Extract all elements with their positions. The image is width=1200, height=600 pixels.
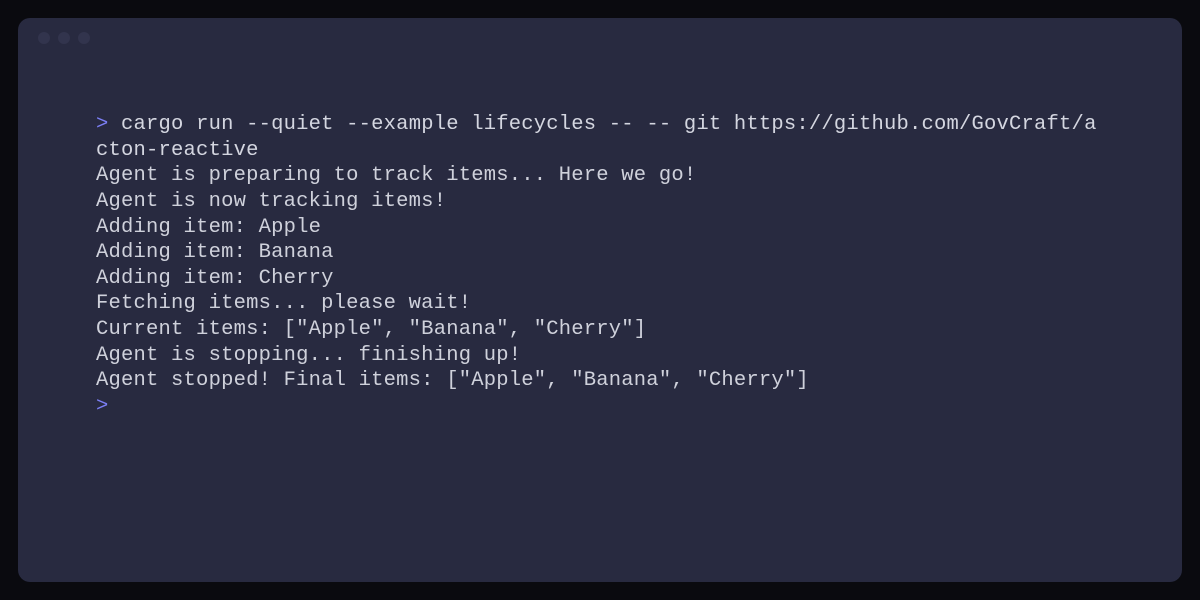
output-line: Fetching items... please wait! bbox=[96, 291, 1104, 317]
output-line: Agent is preparing to track items... Her… bbox=[96, 163, 1104, 189]
prompt-symbol: > bbox=[96, 395, 109, 418]
final-prompt-line: > bbox=[96, 394, 1104, 420]
terminal-window: > cargo run --quiet --example lifecycles… bbox=[18, 18, 1182, 582]
output-line: Adding item: Cherry bbox=[96, 266, 1104, 292]
output-line: Current items: ["Apple", "Banana", "Cher… bbox=[96, 317, 1104, 343]
minimize-dot[interactable] bbox=[58, 32, 70, 44]
output-line: Agent is now tracking items! bbox=[96, 189, 1104, 215]
output-line: Agent is stopping... finishing up! bbox=[96, 343, 1104, 369]
maximize-dot[interactable] bbox=[78, 32, 90, 44]
window-controls bbox=[38, 32, 1162, 44]
output-line: Adding item: Apple bbox=[96, 215, 1104, 241]
output-line: Adding item: Banana bbox=[96, 240, 1104, 266]
command-line: > cargo run --quiet --example lifecycles… bbox=[96, 112, 1104, 163]
command-text: cargo run --quiet --example lifecycles -… bbox=[96, 113, 1097, 162]
close-dot[interactable] bbox=[38, 32, 50, 44]
prompt-symbol: > bbox=[96, 113, 109, 136]
terminal-content[interactable]: > cargo run --quiet --example lifecycles… bbox=[38, 52, 1162, 440]
output-line: Agent stopped! Final items: ["Apple", "B… bbox=[96, 368, 1104, 394]
